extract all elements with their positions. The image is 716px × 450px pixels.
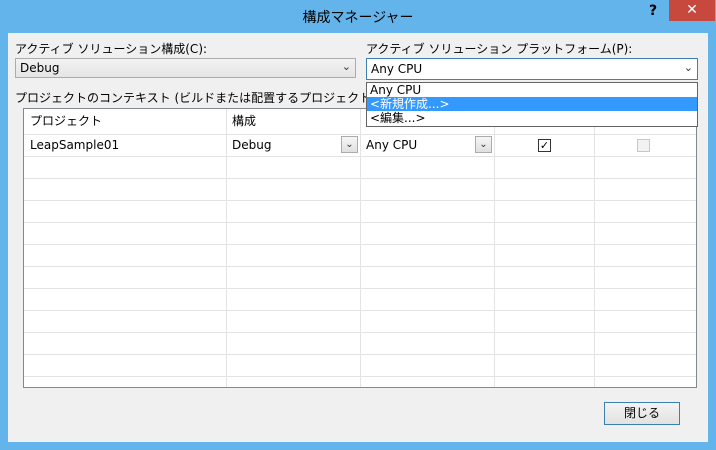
- close-button[interactable]: 閉じる: [604, 402, 680, 425]
- project-context-grid[interactable]: プロジェクト 構成 LeapSample01 Debug ⌄ Any CPU ⌄…: [23, 108, 697, 388]
- configuration-value: Debug: [232, 138, 272, 152]
- platform-dropdown-list[interactable]: Any CPU <新規作成...> <編集...>: [366, 82, 698, 127]
- window-close-button[interactable]: ✕: [669, 0, 715, 21]
- chevron-down-icon: ⌄: [341, 60, 351, 73]
- row-divider: [24, 376, 696, 377]
- row-divider: [24, 156, 696, 157]
- row-divider: [24, 244, 696, 245]
- help-button[interactable]: ?: [640, 0, 666, 22]
- dropdown-option[interactable]: Any CPU: [367, 83, 697, 97]
- row-divider: [24, 288, 696, 289]
- config-manager-window: 構成マネージャー ? ✕ アクティブ ソリューション構成(C): Debug ⌄…: [0, 0, 716, 450]
- window-title: 構成マネージャー: [302, 10, 414, 26]
- title-bar[interactable]: 構成マネージャー ? ✕: [0, 0, 716, 33]
- row-divider: [24, 332, 696, 333]
- column-header-configuration[interactable]: 構成: [226, 109, 360, 134]
- dropdown-option-new[interactable]: <新規作成...>: [367, 97, 697, 111]
- dropdown-option-edit[interactable]: <編集...>: [367, 111, 697, 125]
- check-icon: ✓: [539, 139, 550, 152]
- configuration-cell-combo[interactable]: Debug ⌄: [226, 136, 358, 154]
- chevron-down-icon: ⌄: [683, 61, 693, 74]
- solution-config-label: アクティブ ソリューション構成(C):: [15, 42, 208, 56]
- chevron-down-icon[interactable]: ⌄: [341, 136, 358, 153]
- dialog-client-area: アクティブ ソリューション構成(C): Debug ⌄ アクティブ ソリューショ…: [8, 33, 708, 442]
- column-header-project[interactable]: プロジェクト: [24, 109, 226, 134]
- solution-platform-value: Any CPU: [371, 62, 423, 76]
- row-divider: [24, 266, 696, 267]
- platform-cell-combo[interactable]: Any CPU ⌄: [360, 136, 492, 154]
- solution-config-combo[interactable]: Debug ⌄: [15, 58, 356, 78]
- row-divider: [24, 200, 696, 201]
- row-divider: [24, 310, 696, 311]
- platform-value: Any CPU: [366, 138, 418, 152]
- project-name-cell: LeapSample01: [30, 138, 120, 152]
- solution-config-value: Debug: [20, 61, 60, 75]
- solution-platform-label: アクティブ ソリューション プラットフォーム(P):: [366, 42, 633, 56]
- row-divider: [24, 222, 696, 223]
- column-divider: [594, 109, 595, 387]
- chevron-down-icon[interactable]: ⌄: [475, 136, 492, 153]
- solution-platform-combo[interactable]: Any CPU ⌄: [366, 58, 698, 80]
- column-divider: [494, 109, 495, 387]
- row-divider: [24, 354, 696, 355]
- build-checkbox[interactable]: ✓: [538, 139, 551, 152]
- deploy-checkbox: [637, 139, 650, 152]
- row-divider: [24, 178, 696, 179]
